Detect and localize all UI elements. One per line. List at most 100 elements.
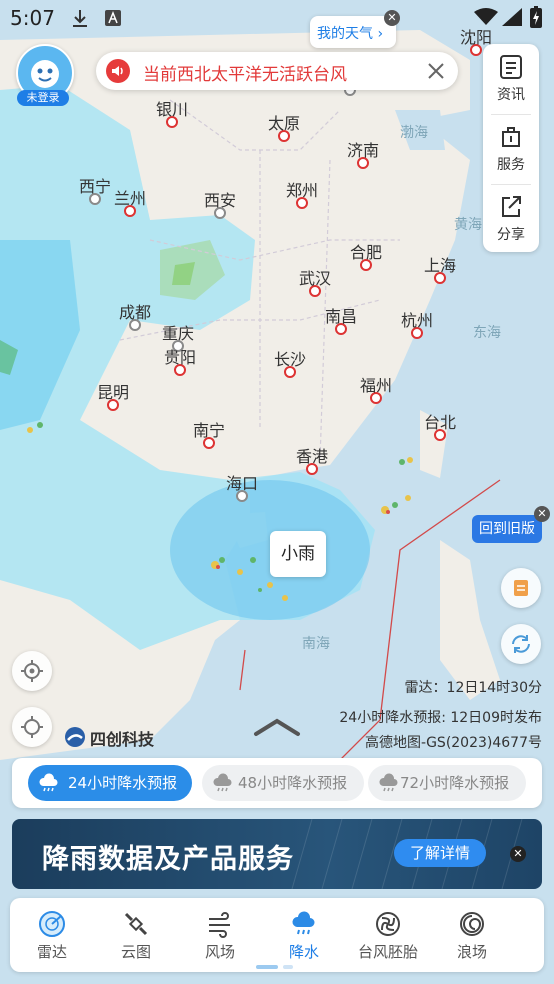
- rain-cloud-icon: [39, 773, 58, 792]
- brand-name: 四创科技: [90, 730, 155, 749]
- city-label: 台北: [423, 413, 457, 432]
- login-tag[interactable]: 未登录: [17, 90, 69, 106]
- font-icon: [105, 10, 121, 26]
- nav-radar-label: 雷达: [36, 943, 67, 961]
- city-label: 郑州: [285, 181, 319, 200]
- close-old-version-icon[interactable]: ✕: [534, 506, 550, 522]
- target-icon: [21, 716, 43, 738]
- service-icon: [502, 127, 520, 147]
- city-label: 重庆: [161, 324, 195, 343]
- close-alert-icon[interactable]: [426, 61, 446, 81]
- city-label: 合肥: [349, 243, 383, 262]
- menu-news-label: 资讯: [497, 87, 525, 103]
- learn-more-button[interactable]: 了解详情: [394, 839, 486, 867]
- city-label: 杭州: [400, 311, 434, 330]
- city-label: 南昌: [324, 307, 358, 326]
- wave-icon: [460, 912, 484, 936]
- download-icon: [73, 10, 87, 27]
- city-label: 贵阳: [163, 348, 197, 367]
- sea-label: 渤海: [400, 125, 428, 141]
- sea-label: 黄海: [454, 217, 482, 233]
- rain-cloud-icon: [292, 911, 315, 935]
- city-label: 济南: [346, 141, 380, 160]
- news-icon: [500, 55, 522, 79]
- typhoon-embryo-icon: [376, 912, 400, 936]
- sea-label: 东海: [473, 325, 501, 341]
- typhoon-alert[interactable]: 当前西北太平洋无活跃台风: [96, 52, 458, 90]
- nav-satellite[interactable]: 云图: [94, 898, 178, 972]
- tab-48h-forecast[interactable]: 48小时降水预报: [202, 765, 364, 801]
- layers-icon: [514, 580, 528, 596]
- satellite-icon: [124, 912, 148, 936]
- rain-popup: 小雨: [270, 531, 326, 577]
- refresh-button[interactable]: [501, 624, 541, 664]
- city-label: 西安: [203, 191, 237, 210]
- menu-news[interactable]: 资讯: [483, 44, 539, 112]
- brand-logo-icon: [65, 727, 85, 747]
- tab-24h-label: 24小时降水预报: [68, 774, 178, 792]
- city-label: 长沙: [273, 350, 307, 369]
- tab-72h-forecast[interactable]: 72小时降水预报: [368, 765, 526, 801]
- page-indicator-dot: [283, 965, 293, 969]
- tab-24h-forecast[interactable]: 24小时降水预报: [28, 765, 192, 801]
- share-icon: [502, 196, 521, 217]
- banner-title: 降雨数据及产品服务: [42, 844, 294, 875]
- menu-share-label: 分享: [497, 227, 525, 243]
- speaker-icon: [106, 59, 130, 83]
- status-bar: 5:07: [0, 0, 554, 36]
- nav-typhoon-embryo[interactable]: 台风胚胎: [346, 898, 430, 972]
- nav-precipitation-label: 降水: [288, 943, 319, 961]
- locate-button[interactable]: [12, 651, 52, 691]
- signal-icon: [502, 8, 522, 26]
- bottom-nav: 雷达 云图 风场 降水 台风胚胎 浪场: [10, 898, 544, 972]
- city-label: 南宁: [192, 421, 226, 440]
- city-label: 太原: [267, 114, 301, 133]
- nav-wave[interactable]: 浪场: [430, 898, 514, 972]
- nav-satellite-label: 云图: [120, 943, 151, 961]
- menu-share[interactable]: 分享: [483, 184, 539, 252]
- close-my-weather-icon[interactable]: ✕: [384, 10, 400, 26]
- my-weather-button[interactable]: 我的天气 ›: [310, 16, 396, 48]
- refresh-icon: [512, 635, 530, 653]
- map-credit: 高德地图-GS(2023)4677号: [365, 735, 542, 751]
- wind-icon: [209, 912, 230, 938]
- nav-wave-label: 浪场: [456, 943, 487, 961]
- city-label: 上海: [423, 256, 457, 275]
- city-label: 成都: [118, 303, 152, 322]
- close-banner-icon[interactable]: ✕: [510, 846, 526, 862]
- center-button[interactable]: [12, 707, 52, 747]
- city-label: 香港: [295, 447, 329, 466]
- nav-wind-label: 风场: [204, 943, 235, 961]
- nav-wind[interactable]: 风场: [178, 898, 262, 972]
- forecast-tabs: 24小时降水预报 48小时降水预报 72小时降水预报: [12, 758, 542, 808]
- menu-service[interactable]: 服务: [483, 114, 539, 182]
- city-label: 兰州: [113, 189, 147, 208]
- nav-radar[interactable]: 雷达: [10, 898, 94, 972]
- city-label: 银川: [155, 100, 189, 119]
- nav-precipitation[interactable]: 降水: [262, 898, 346, 972]
- radar-icon: [39, 911, 65, 937]
- layer-button[interactable]: [501, 568, 541, 608]
- my-weather-label: 我的天气 ›: [317, 26, 384, 42]
- wifi-icon: [474, 8, 498, 25]
- forecast-time: 24小时降水预报: 12日09时发布: [339, 710, 542, 726]
- menu-service-label: 服务: [497, 157, 525, 173]
- city-label: 武汉: [298, 269, 332, 288]
- radar-time: 雷达：12日14时30分: [404, 680, 542, 696]
- side-menu: 资讯 服务 分享: [483, 44, 539, 252]
- chevron-up-icon[interactable]: [252, 716, 302, 738]
- promo-banner[interactable]: 降雨数据及产品服务 了解详情 ✕: [12, 819, 542, 889]
- city-label: 昆明: [96, 383, 130, 402]
- nav-typhoon-embryo-label: 台风胚胎: [357, 943, 418, 961]
- city-label: 海口: [225, 474, 259, 493]
- old-version-button[interactable]: 回到旧版: [472, 515, 542, 543]
- city-label: 西宁: [78, 177, 112, 196]
- crosshair-icon: [21, 660, 43, 682]
- alert-text: 当前西北太平洋无活跃台风: [143, 65, 347, 85]
- battery-icon: [530, 6, 542, 28]
- city-label: 福州: [359, 376, 393, 395]
- sea-label: 南海: [302, 636, 330, 652]
- rain-cloud-icon: [379, 773, 398, 792]
- tab-72h-label: 72小时降水预报: [400, 774, 510, 792]
- tab-48h-label: 48小时降水预报: [238, 774, 348, 792]
